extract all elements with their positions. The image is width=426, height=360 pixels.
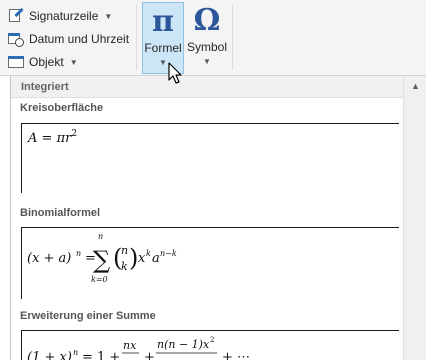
signature-line-button[interactable]: Signaturzeile ▼ [8,6,112,26]
svg-text:(x + a): (x + a) [27,251,71,266]
date-time-label: Datum und Uhrzeit [29,32,130,46]
object-button[interactable]: Objekt ▼ [8,52,78,72]
pi-icon: π [152,4,174,39]
equation-gallery: Integriert Kreisoberfläche A = πr2 Binom… [10,76,426,360]
equation-title: Binomialformel [20,207,101,219]
svg-text:k: k [121,260,128,273]
formula-label: Formel [144,41,182,55]
svg-text:n(n − 1)x: n(n − 1)x [157,338,210,351]
object-label: Objekt [29,55,64,69]
equation-item-erweiterung-summe[interactable]: (1 + x) n = 1 + nx + n(n − 1)x 2 + ⋯ [21,330,399,360]
gallery-section-header: Integriert [11,76,403,98]
svg-text:= 1 +: = 1 + [82,350,120,360]
equation-preview: A = πr2 [28,129,78,146]
ribbon-divider [136,4,137,70]
equation-item-binomialformel[interactable]: (x + a) n = n ∑ k=0 ( n k ) x k a n−k [21,227,399,299]
chevron-down-icon: ▼ [203,57,211,66]
svg-text:x: x [138,251,146,266]
ribbon-divider [232,4,233,70]
svg-text:+: + [144,350,155,360]
svg-text:nx: nx [123,339,137,352]
scroll-up-arrow-icon[interactable]: ▲ [404,78,426,94]
svg-text:2: 2 [210,336,214,344]
svg-text:∑: ∑ [93,246,110,274]
equation-title: Kreisoberfläche [20,102,104,114]
date-time-icon [8,31,24,47]
omega-icon: Ω [193,3,221,38]
equation-title: Erweiterung einer Summe [20,310,156,322]
svg-text:n−k: n−k [160,249,177,258]
svg-text:k: k [146,249,151,258]
symbol-label: Symbol [186,40,227,54]
signature-line-icon [8,7,24,24]
gallery-scrollbar[interactable]: ▲ [403,76,426,360]
signature-line-label: Signaturzeile [29,9,99,23]
svg-text:+ ⋯: + ⋯ [222,350,250,360]
svg-text:n: n [76,249,81,258]
svg-text:n: n [121,244,128,257]
symbol-button[interactable]: Ω Symbol ▼ [186,2,228,74]
chevron-down-icon: ▼ [69,57,78,67]
svg-text:(1 + x): (1 + x) [27,350,72,360]
date-time-button[interactable]: Datum und Uhrzeit [8,29,129,49]
svg-text:): ) [129,244,138,272]
svg-text:n: n [73,348,78,357]
equation-preview: (1 + x) n = 1 + nx + n(n − 1)x 2 + ⋯ [27,336,250,360]
svg-text:n: n [98,232,103,241]
equation-item-kreisoberflaeche[interactable]: A = πr2 [21,123,399,193]
insert-ribbon: Signaturzeile ▼ Datum und Uhrzeit Objekt… [0,0,426,76]
svg-text:a: a [152,251,160,266]
chevron-down-icon: ▼ [104,11,113,21]
svg-text:k=0: k=0 [91,275,108,284]
mouse-pointer-icon [168,62,182,84]
equation-preview: (x + a) n = n ∑ k=0 ( n k ) x k a n−k [27,232,177,284]
object-icon [8,54,24,70]
